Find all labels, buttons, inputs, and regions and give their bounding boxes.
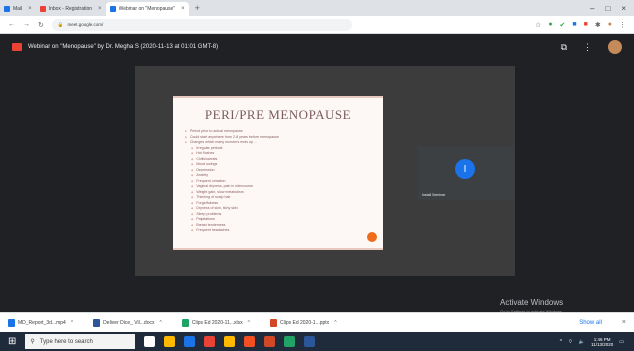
download-label: Clips Ed 2020-11...xlsx — [191, 319, 243, 326]
tab-label: Inbox - Registration — [48, 6, 93, 12]
browser-tab-strip: Mail × Inbox - Registration × Webinar on… — [0, 0, 634, 16]
excel-icon[interactable] — [284, 336, 296, 347]
minimize-button[interactable]: – — [590, 4, 594, 13]
slide-bullet: Frequent headaches — [185, 228, 383, 234]
clock-date: 11/13/2020 — [591, 341, 614, 347]
meet-favicon-icon — [109, 6, 116, 12]
system-tray: ^ ⌔ 🔈 1:46 PM 11/13/2020 ▭ — [560, 337, 634, 347]
notifications-icon[interactable]: ▭ — [619, 339, 624, 345]
slide-title: PERI/PRE MENOPAUSE — [204, 107, 352, 122]
lock-icon: 🔒 — [57, 21, 64, 27]
taskbar-search-placeholder: Type here to search — [39, 338, 93, 345]
extension-blue-icon[interactable]: ■ — [572, 21, 576, 28]
word-icon[interactable] — [304, 336, 316, 347]
powerpoint-file-icon — [269, 318, 277, 327]
cortana-icon[interactable] — [144, 336, 156, 347]
presentation-slide: PERI/PRE MENOPAUSE Period prior to actua… — [173, 96, 383, 250]
store-icon[interactable] — [224, 336, 236, 347]
chrome-icon[interactable] — [204, 336, 216, 347]
slide-orange-dot — [367, 232, 377, 242]
taskbar-clock[interactable]: 1:46 PM 11/13/2020 — [591, 337, 613, 347]
excel-file-icon — [181, 318, 189, 327]
meet-header-actions: ⧉ ⋮ — [561, 40, 622, 54]
maximize-button[interactable]: □ — [605, 4, 610, 13]
office-icon[interactable] — [244, 336, 256, 347]
windows-taskbar: ⊞ ⚲ Type here to search ^ ⌔ 🔈 1:46 PM 11… — [0, 332, 634, 351]
browser-toolbar: ← → ↻ 🔒 meet.google.com/ ☆ ● ✔ ■ ■ ✱ ● ⋮ — [0, 16, 634, 34]
extension-red-icon[interactable]: ■ — [584, 21, 588, 28]
new-tab-button[interactable]: + — [195, 3, 200, 13]
chevron-up-icon[interactable]: ^ — [71, 320, 73, 326]
activate-windows-watermark: Activate Windows — [500, 298, 564, 307]
browser-tab-mail[interactable]: Mail × — [0, 2, 36, 16]
participant-avatar: I — [455, 159, 475, 179]
meet-logo-icon — [12, 43, 22, 51]
extension-icons: ☆ ● ✔ ■ ■ ✱ ● ⋮ — [535, 21, 626, 29]
present-screen-icon[interactable]: ⧉ — [561, 42, 567, 53]
show-all-downloads-button[interactable]: Show all — [579, 320, 602, 326]
close-tab-icon[interactable]: × — [98, 6, 102, 12]
browser-tab-meet[interactable]: Webinar on "Menopause" × — [105, 2, 189, 16]
extension-check-icon[interactable]: ✔ — [560, 21, 566, 29]
search-icon: ⚲ — [30, 339, 35, 345]
chevron-up-icon[interactable]: ^ — [334, 320, 336, 326]
user-avatar[interactable] — [608, 40, 622, 54]
extension-green-icon[interactable]: ● — [548, 21, 552, 28]
powerpoint-icon[interactable] — [264, 336, 276, 347]
forward-arrow-icon[interactable]: → — [23, 21, 30, 28]
downloads-bar: MD_Report_3d...mp4 ^ Deliver Dice_ Vil..… — [0, 312, 634, 332]
download-item[interactable]: Clips Ed 2020-1...pptx ^ — [269, 318, 337, 327]
reload-icon[interactable]: ↻ — [38, 21, 44, 29]
close-tab-icon[interactable]: × — [181, 6, 185, 12]
more-options-icon[interactable]: ⋮ — [583, 42, 592, 53]
back-arrow-icon[interactable]: ← — [8, 21, 15, 28]
download-label: Deliver Dice_ Vil...docx — [103, 319, 155, 326]
address-url: meet.google.com/ — [67, 22, 104, 27]
file-explorer-icon[interactable] — [164, 336, 176, 347]
tab-label: Webinar on "Menopause" — [118, 6, 176, 12]
close-downloads-icon[interactable]: × — [622, 319, 626, 326]
edge-icon[interactable] — [184, 336, 196, 347]
chevron-up-icon[interactable]: ^ — [160, 320, 162, 326]
window-controls: – □ × — [590, 4, 634, 13]
network-icon[interactable]: ⌔ — [568, 339, 573, 345]
meeting-title: Webinar on "Menopause" by Dr. Megha S (2… — [28, 44, 219, 50]
taskbar-search-box[interactable]: ⚲ Type here to search — [25, 334, 136, 349]
download-item[interactable]: Clips Ed 2020-11...xlsx ^ — [181, 318, 250, 327]
participant-tile[interactable]: I Install Seminar — [418, 146, 514, 200]
video-file-icon — [8, 318, 15, 327]
close-tab-icon[interactable]: × — [28, 6, 32, 12]
address-bar[interactable]: 🔒 meet.google.com/ — [51, 18, 352, 31]
tab-label: Mail — [13, 6, 23, 12]
download-item[interactable]: Deliver Dice_ Vil...docx ^ — [93, 318, 162, 327]
volume-icon[interactable]: 🔈 — [579, 339, 585, 345]
download-label: MD_Report_3d...mp4 — [18, 319, 66, 326]
participant-name: Install Seminar — [422, 193, 446, 197]
close-window-button[interactable]: × — [621, 4, 626, 13]
gmail-favicon-icon — [39, 6, 46, 12]
tray-chevron-icon[interactable]: ^ — [560, 339, 562, 345]
slide-bullet-list: Period prior to actual menopauseCould st… — [173, 129, 383, 234]
download-label: Clips Ed 2020-1...pptx — [279, 319, 330, 326]
mail-favicon-icon — [4, 6, 10, 12]
profile-avatar-icon[interactable]: ● — [608, 21, 612, 28]
meet-header: Webinar on "Menopause" by Dr. Megha S (2… — [0, 35, 634, 59]
download-item[interactable]: MD_Report_3d...mp4 ^ — [8, 318, 73, 327]
clock-time: 1:46 PM — [593, 336, 611, 342]
windows-start-icon[interactable]: ⊞ — [8, 336, 16, 347]
word-file-icon — [93, 318, 101, 327]
browser-tab-inbox[interactable]: Inbox - Registration × — [36, 2, 106, 16]
extensions-puzzle-icon[interactable]: ✱ — [595, 21, 601, 29]
bookmark-star-icon[interactable]: ☆ — [535, 21, 541, 29]
browser-menu-icon[interactable]: ⋮ — [619, 21, 626, 29]
chevron-up-icon[interactable]: ^ — [248, 320, 250, 326]
